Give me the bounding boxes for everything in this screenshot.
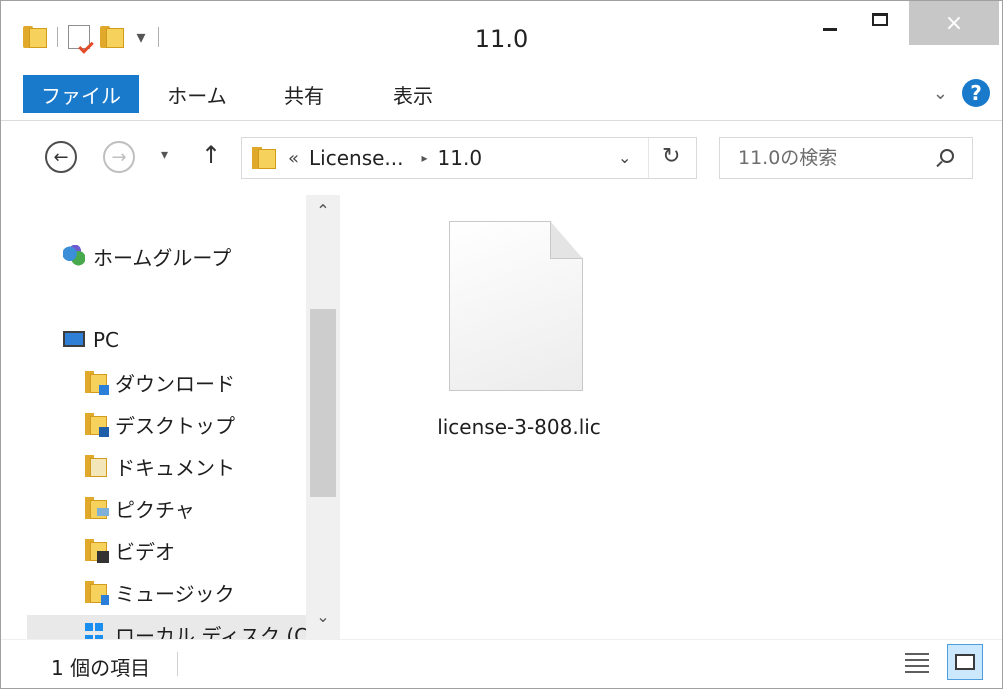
tab-view[interactable]: 表示: [375, 75, 451, 113]
details-view-icon[interactable]: [905, 650, 929, 674]
maximize-button[interactable]: [857, 1, 903, 45]
navigation-bar: ← → ▾ ↑ « License... ▸ 11.0 ⌄ ↻: [1, 121, 1002, 195]
status-bar: 1 個の項目: [1, 639, 1002, 688]
help-icon[interactable]: ?: [962, 79, 990, 107]
nav-item-label: ホームグループ: [93, 245, 232, 270]
minimize-button[interactable]: [807, 1, 853, 45]
close-button[interactable]: ×: [909, 1, 999, 45]
nav-item-music[interactable]: ミュージック: [85, 577, 235, 607]
item-count: 1 個の項目: [51, 656, 151, 680]
navigation-pane: ホームグループ PC ダウンロード デスクトップ ドキュメント ピクチャ ビデオ: [1, 195, 341, 639]
recent-locations-dropdown-icon[interactable]: ▾: [161, 147, 168, 163]
navigation-pane-scrollbar[interactable]: ⌃ ⌄: [306, 195, 340, 639]
file-name: license-3-808.lic: [437, 415, 601, 439]
status-divider: [177, 652, 178, 676]
folder-icon: [252, 147, 276, 169]
nav-item-homegroup[interactable]: ホームグループ: [63, 241, 231, 271]
address-dropdown-icon[interactable]: ⌄: [618, 148, 631, 167]
nav-item-label: ローカル ディスク (C: [115, 623, 309, 640]
homegroup-icon: [63, 245, 85, 267]
nav-item-local-disk[interactable]: ローカル ディスク (C: [85, 619, 308, 639]
scroll-down-icon[interactable]: ⌄: [306, 607, 340, 626]
tab-share[interactable]: 共有: [269, 75, 339, 113]
ribbon-tabs: ファイル ホーム 共有 表示 ⌄ ?: [1, 67, 1002, 121]
address-divider: [648, 138, 649, 178]
nav-item-label: ピクチャ: [115, 497, 195, 522]
scroll-up-icon[interactable]: ⌃: [306, 201, 340, 220]
pc-icon: [63, 331, 85, 347]
search-icon[interactable]: [940, 149, 954, 163]
up-button[interactable]: ↑: [201, 141, 221, 169]
file-explorer-window: ▾ 11.0 × ファイル ホーム 共有 表示 ⌄ ? ← → ▾ ↑ « Li…: [0, 0, 1003, 689]
documents-folder-icon: [85, 455, 107, 477]
breadcrumb-current[interactable]: 11.0: [438, 146, 483, 170]
nav-item-label: ドキュメント: [115, 455, 235, 480]
breadcrumb-overflow-icon[interactable]: «: [288, 148, 299, 169]
nav-item-videos[interactable]: ビデオ: [85, 535, 175, 565]
nav-item-pictures[interactable]: ピクチャ: [85, 493, 195, 523]
file-item[interactable]: license-3-808.lic: [383, 215, 601, 439]
nav-item-desktop[interactable]: デスクトップ: [85, 409, 235, 439]
search-box: [719, 137, 973, 179]
nav-item-label: デスクトップ: [115, 413, 235, 438]
tab-home[interactable]: ホーム: [151, 75, 243, 113]
breadcrumb-separator-icon[interactable]: ▸: [422, 151, 428, 165]
pictures-folder-icon: [85, 497, 109, 519]
forward-button[interactable]: →: [103, 141, 135, 173]
local-disk-icon: [85, 623, 107, 639]
expand-ribbon-chevron-icon[interactable]: ⌄: [933, 83, 948, 104]
nav-item-label: ビデオ: [115, 539, 175, 564]
scrollbar-thumb[interactable]: [310, 309, 336, 497]
minimize-icon: [823, 27, 837, 31]
refresh-icon[interactable]: ↻: [662, 144, 680, 169]
tab-file[interactable]: ファイル: [23, 75, 139, 113]
search-input[interactable]: [738, 144, 928, 172]
music-folder-icon: [85, 581, 109, 605]
downloads-folder-icon: [85, 371, 109, 395]
nav-item-downloads[interactable]: ダウンロード: [85, 367, 235, 397]
title-bar: ▾ 11.0 ×: [1, 1, 1002, 67]
desktop-folder-icon: [85, 413, 109, 437]
nav-item-label: ミュージック: [115, 581, 235, 606]
nav-item-pc[interactable]: PC: [63, 325, 119, 355]
nav-item-label: PC: [93, 328, 120, 352]
file-list-pane: license-3-808.lic: [341, 195, 1002, 639]
nav-item-label: ダウンロード: [115, 371, 235, 396]
nav-item-documents[interactable]: ドキュメント: [85, 451, 235, 481]
close-icon: ×: [944, 10, 964, 36]
maximize-icon: [872, 12, 888, 26]
large-icons-view-icon[interactable]: [947, 644, 983, 680]
breadcrumb-license[interactable]: License...: [309, 146, 403, 170]
address-bar[interactable]: « License... ▸ 11.0 ⌄ ↻: [241, 137, 697, 179]
back-button[interactable]: ←: [45, 141, 77, 173]
videos-folder-icon: [85, 539, 109, 563]
